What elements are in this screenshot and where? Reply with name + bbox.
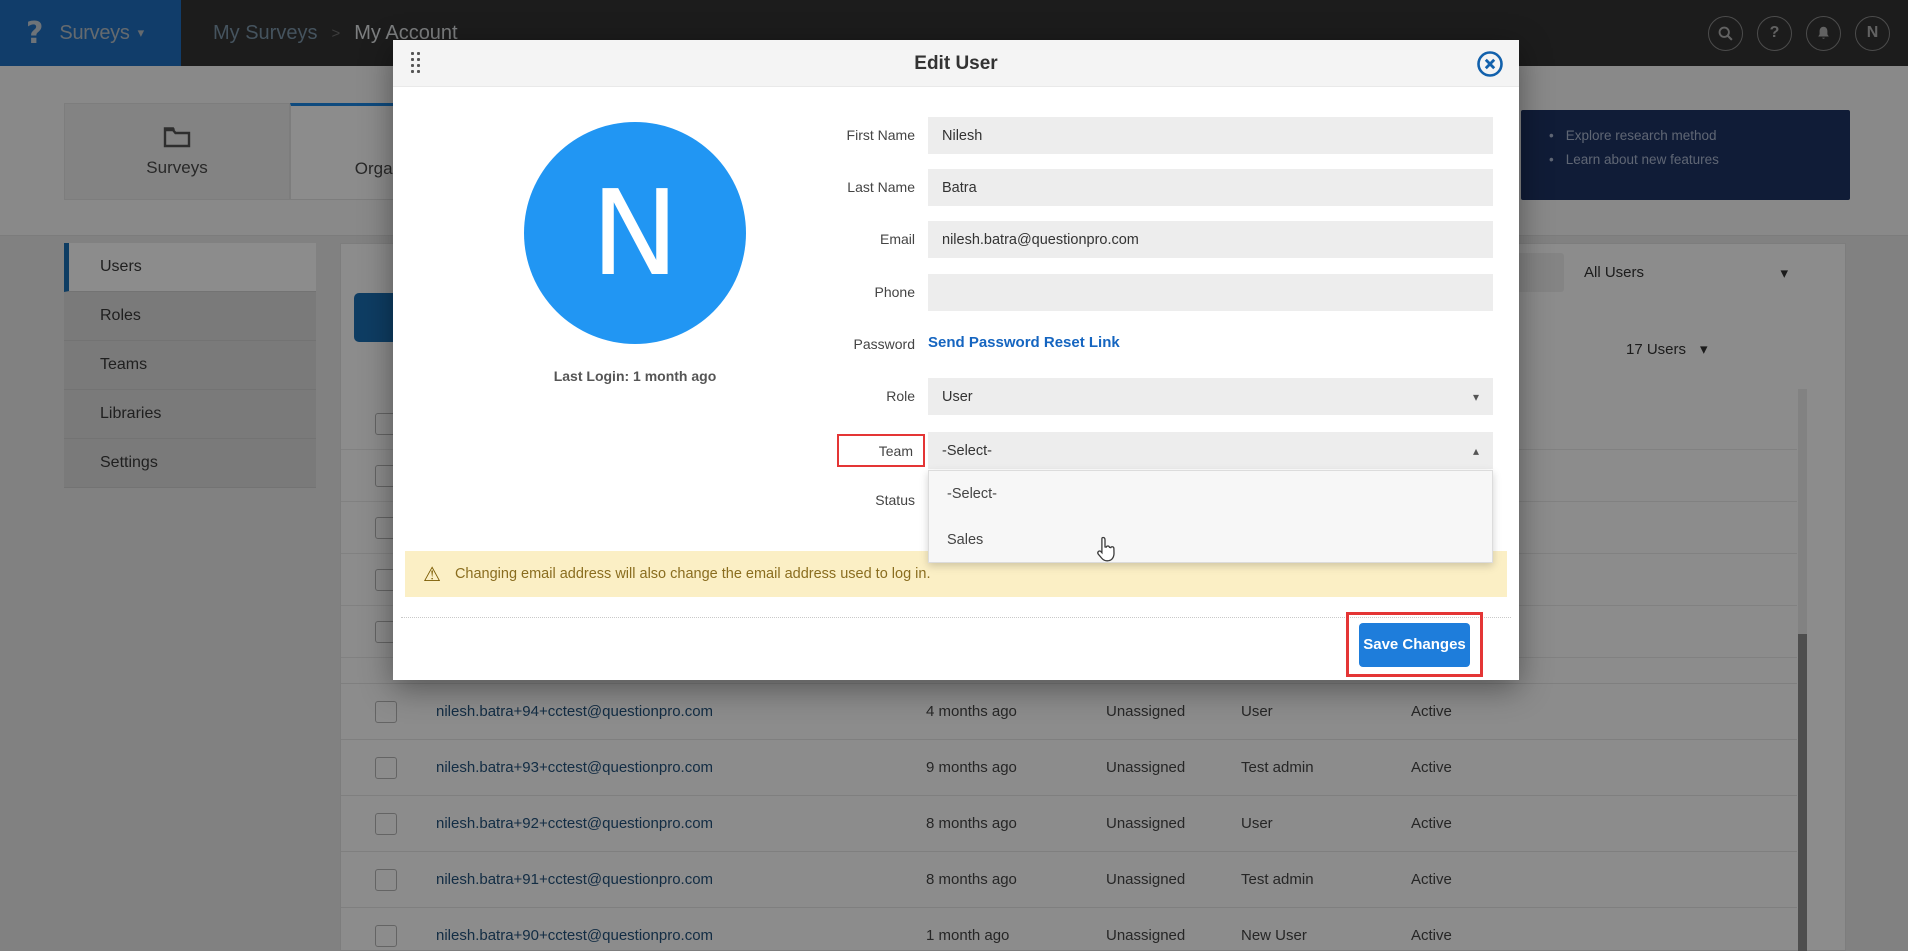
close-icon[interactable] (1475, 49, 1505, 79)
user-avatar-large: N (524, 122, 746, 344)
last-name-field[interactable] (928, 169, 1493, 206)
team-option-select[interactable]: -Select- (929, 471, 1492, 517)
chevron-up-icon: ▴ (1473, 444, 1479, 458)
status-label: Status (755, 492, 915, 508)
save-changes-button[interactable]: Save Changes (1359, 623, 1470, 667)
first-name-label: First Name (755, 127, 915, 143)
password-label: Password (755, 336, 915, 352)
edit-user-modal: Edit User N Last Login: 1 month ago Firs… (393, 40, 1519, 680)
last-name-label: Last Name (755, 179, 915, 195)
modal-header: Edit User (393, 40, 1519, 87)
team-option-sales[interactable]: Sales (929, 517, 1492, 563)
phone-field[interactable] (928, 274, 1493, 311)
team-label: Team (879, 443, 913, 459)
chevron-down-icon: ▾ (1473, 390, 1479, 404)
role-select[interactable]: User ▾ (928, 378, 1493, 415)
email-label: Email (755, 231, 915, 247)
email-field[interactable] (928, 221, 1493, 258)
team-select-value: -Select- (942, 443, 992, 459)
first-name-field[interactable] (928, 117, 1493, 154)
warning-text: Changing email address will also change … (455, 566, 931, 582)
role-select-value: User (942, 389, 973, 405)
modal-title: Edit User (393, 40, 1519, 87)
save-button-highlight: Save Changes (1346, 612, 1483, 677)
phone-label: Phone (755, 284, 915, 300)
team-label-highlight: Team (837, 434, 925, 467)
mouse-cursor-hand-icon (1095, 535, 1117, 568)
footer-divider (401, 617, 1511, 618)
last-login-text: Last Login: 1 month ago (455, 368, 815, 384)
team-dropdown-menu: -Select- Sales (928, 470, 1493, 563)
team-select[interactable]: -Select- ▴ (928, 432, 1493, 469)
role-label: Role (755, 388, 915, 404)
warning-triangle-icon: ⚠ (423, 562, 441, 586)
send-password-reset-link[interactable]: Send Password Reset Link (928, 334, 1120, 351)
